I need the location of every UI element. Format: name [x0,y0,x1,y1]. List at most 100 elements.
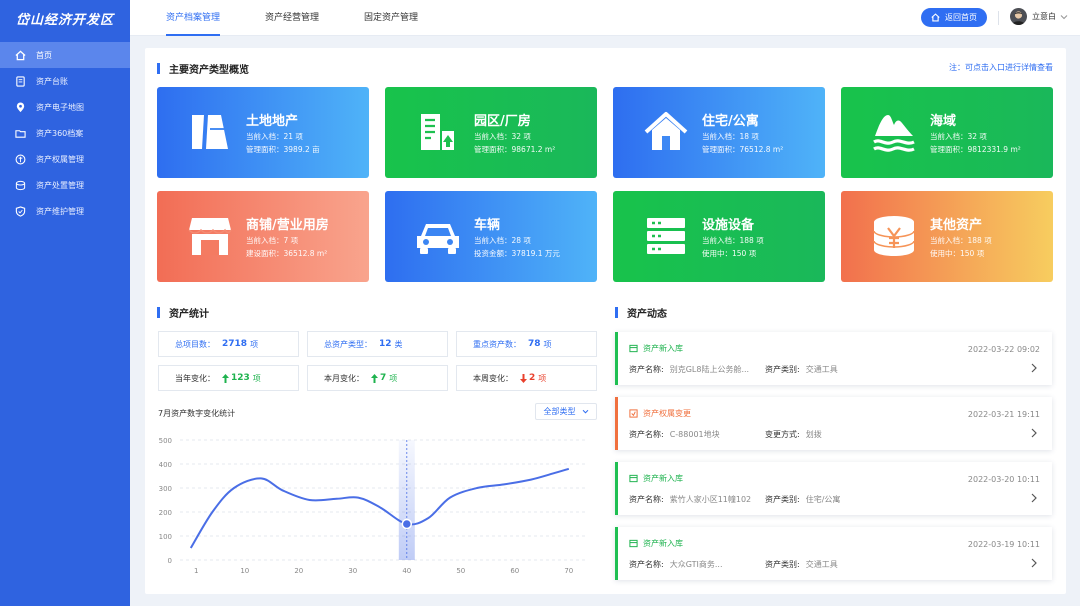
card-title: 土地地产 [246,114,299,129]
x-tick-label: 1 [194,567,198,575]
user-name: 立意白 [1032,12,1056,21]
chevron-right-icon[interactable] [1030,428,1038,438]
arrow-up-icon [222,373,229,383]
folder-icon [14,127,26,139]
field-label: 资产类别: [765,560,800,569]
field-value: C-88001地块 [669,430,720,439]
sea-area-icon [868,109,920,155]
server-rack-icon [640,213,692,259]
x-tick-label: 50 [456,567,465,575]
sidebar-item-label: 资产权属管理 [36,154,84,164]
stat-label: 当年变化： [175,373,215,383]
card-line: 当前入档：188 项 [702,236,764,245]
sidebar-item-ownership[interactable]: 资产权属管理 [0,146,130,172]
activity-time: 2022-03-20 10:11 [967,475,1040,484]
asset-card-shop[interactable]: 商铺/营业用房 当前入档：7 项 建设面积：36512.8 m² [157,191,369,282]
asset-card-sea-area[interactable]: 海域 当前入档：32 项 管理面积：9812331.9 m² [841,87,1053,178]
chevron-right-icon[interactable] [1030,363,1038,373]
field-value: 交通工具 [805,365,838,374]
field-value: 别克GL8陆上公务舱... [669,365,750,374]
activity-type-label: 资产新入库 [643,474,683,483]
activity-field: 资产名称: C-88001地块 [629,429,720,440]
sidebar-item-maintenance[interactable]: 资产维护管理 [0,198,130,224]
nav-tab-fixed-assets[interactable]: 固定资产管理 [364,0,418,36]
activity-type: 资产新入库 [629,473,683,484]
asset-card-land[interactable]: 土地地产 当前入档：21 项 管理面积：3989.2 亩 [157,87,369,178]
sidebar-item-ledger[interactable]: 资产台账 [0,68,130,94]
card-title: 其他资产 [930,218,983,233]
card-line: 当前入档：188 项 [930,236,992,245]
chevron-down-icon [582,409,588,414]
stat-label: 总项目数： [175,339,215,349]
chevron-down-icon [1060,14,1068,19]
card-line: 管理面积：3989.2 亩 [246,145,320,154]
type-filter-dropdown[interactable]: 全部类型 [535,403,597,420]
chevron-right-icon[interactable] [1030,558,1038,568]
sidebar-item-label: 资产维护管理 [36,206,84,216]
stat-month-change: 本月变化： 7项 [307,365,448,391]
card-line: 使用中：150 项 [702,249,757,258]
sidebar-item-label: 资产台账 [36,76,68,86]
chevron-right-icon[interactable] [1030,493,1038,503]
field-label: 资产名称: [629,365,664,374]
activity-type-label: 资产权属变更 [643,409,691,418]
card-line: 当前入档：21 项 [246,132,303,141]
stat-label: 本周变化： [473,373,513,383]
asset-card-vehicle[interactable]: 车辆 当前入档：28 项 投资金额：37819.1 万元 [385,191,597,282]
nav-tab-operation[interactable]: 资产经营管理 [265,0,319,36]
asset-card-other[interactable]: 其他资产 当前入档：188 项 使用中：150 项 [841,191,1053,282]
disposal-icon [14,179,26,191]
activity-item[interactable]: 资产新入库 2022-03-19 10:11 资产名称: 大众GTI商务... 资… [615,527,1052,580]
stat-label: 重点资产数： [473,339,521,349]
car-icon [412,213,464,259]
sidebar-item-map[interactable]: 资产电子地图 [0,94,130,120]
card-title: 商铺/营业用房 [246,218,329,233]
stat-label: 总资产类型： [324,339,372,349]
user-menu[interactable]: 立意白 [1010,8,1068,25]
asset-card-equipment[interactable]: 设施设备 当前入档：188 项 使用中：150 项 [613,191,825,282]
overview-note: 注：可点击入口进行详情查看 [949,63,1053,72]
y-tick-label: 300 [159,485,172,493]
card-title: 设施设备 [702,218,755,233]
activity-field: 资产名称: 大众GTI商务... [629,559,723,570]
card-line: 管理面积：98671.2 m² [474,145,556,154]
card-title: 海域 [930,114,957,129]
yuan-coins-icon [868,213,920,259]
activity-field: 资产类别: 住宅/公寓 [765,494,840,505]
activity-item[interactable]: 资产权属变更 2022-03-21 19:11 资产名称: C-88001地块 变… [615,397,1052,450]
chart-title: 7月资产数字变化统计 [158,409,236,418]
x-tick-label: 20 [294,567,303,575]
sidebar: 岱山经济开发区 首页 资产台账 资产电子地图 资产360档案 资产权属管理 资产… [0,0,130,606]
arrow-up-icon [371,373,378,383]
land-icon [184,109,236,155]
field-value: 交通工具 [805,560,838,569]
sidebar-item-archive[interactable]: 资产360档案 [0,120,130,146]
stat-unit: 类 [394,339,403,349]
stat-unit: 项 [538,373,547,383]
stat-value: 2718 [222,339,248,349]
card-line: 当前入档：28 项 [474,236,531,245]
asset-card-residential[interactable]: 住宅/公寓 当前入档：18 项 管理面积：76512.8 m² [613,87,825,178]
field-label: 资产类别: [765,495,800,504]
new-entry-icon [629,344,638,353]
arrow-down-icon [520,373,527,383]
stat-value: 78 [528,339,541,349]
sidebar-item-disposal[interactable]: 资产处置管理 [0,172,130,198]
stat-total-projects: 总项目数： 2718 项 [158,331,299,357]
header-divider [998,11,999,25]
field-value: 紫竹人家小区11幢102 [669,495,752,504]
asset-change-line-chart: 0 100 200 300 400 500 1 10 20 30 40 50 60 70 [159,437,585,575]
asset-card-park-factory[interactable]: 园区/厂房 当前入档：32 项 管理面积：98671.2 m² [385,87,597,178]
return-home-button[interactable]: 返回首页 [921,8,987,27]
sidebar-item-home[interactable]: 首页 [0,42,130,68]
top-header: 资产档案管理 资产经营管理 固定资产管理 返回首页 立意白 [130,0,1080,36]
stat-unit: 项 [389,373,398,383]
field-label: 资产名称: [629,430,664,439]
avatar [1010,8,1027,25]
activity-item[interactable]: 资产新入库 2022-03-20 10:11 资产名称: 紫竹人家小区11幢102… [615,462,1052,515]
factory-building-icon [412,109,464,155]
nav-tab-archive[interactable]: 资产档案管理 [166,0,221,36]
activity-item[interactable]: 资产新入库 2022-03-22 09:02 资产名称: 别克GL8陆上公务舱..… [615,332,1052,385]
field-value: 大众GTI商务... [669,560,723,569]
activity-field: 资产名称: 别克GL8陆上公务舱... [629,364,749,375]
